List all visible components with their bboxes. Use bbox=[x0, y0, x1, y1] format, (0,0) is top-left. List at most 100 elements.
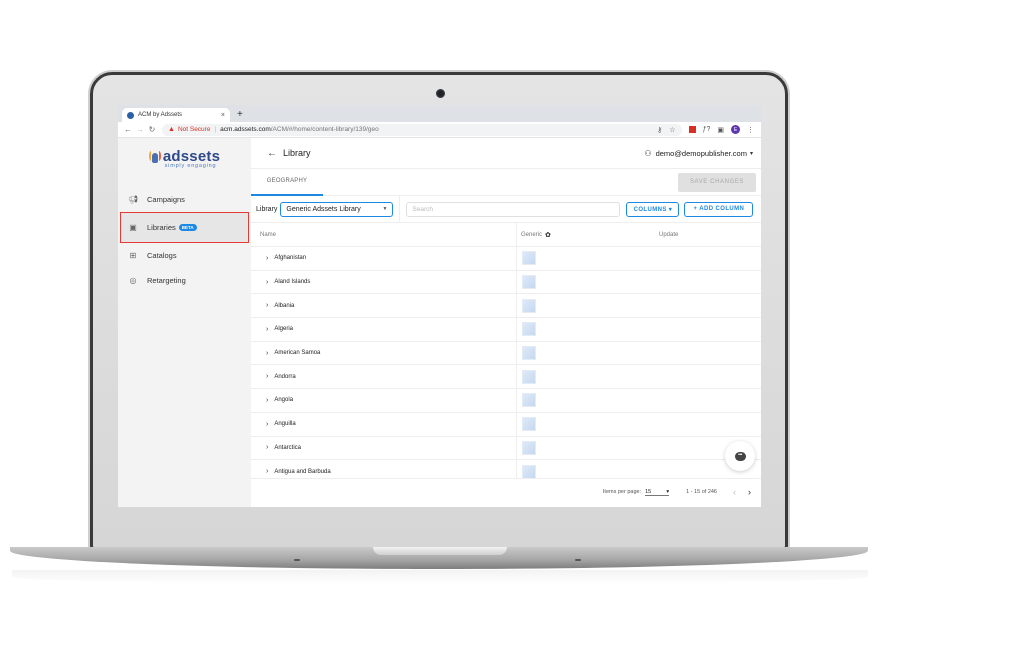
chevron-right-icon[interactable]: › bbox=[266, 279, 268, 286]
laptop-foot bbox=[294, 559, 300, 561]
gear-icon[interactable]: ✿ bbox=[545, 231, 551, 239]
extension-icon[interactable] bbox=[688, 126, 696, 133]
tab-close-icon[interactable]: × bbox=[221, 112, 225, 119]
toolbar: Library Generic Adssets Library ▼ Search… bbox=[251, 195, 761, 223]
table-row[interactable]: › Antigua and Barbuda bbox=[251, 460, 761, 478]
table-row[interactable]: › Antarctica bbox=[251, 436, 761, 461]
chevron-right-icon[interactable]: › bbox=[266, 397, 268, 404]
sidebar-item-retargeting[interactable]: ◎ Retargeting bbox=[118, 268, 251, 293]
map-thumbnail[interactable] bbox=[522, 251, 536, 266]
items-per-page-select[interactable]: 15 ▾ bbox=[645, 488, 670, 496]
user-icon: ⚇ bbox=[644, 148, 652, 158]
chat-button[interactable]: ••• bbox=[725, 441, 755, 471]
row-name: Albania bbox=[274, 302, 295, 309]
items-per-page-value: 15 bbox=[645, 488, 652, 495]
table-row[interactable]: › Algeria bbox=[251, 318, 761, 342]
row-name: Antarctica bbox=[274, 444, 302, 451]
next-page-button[interactable]: › bbox=[748, 487, 751, 497]
browser-tabbar: ACM by Adssets × + bbox=[118, 105, 761, 122]
sidebar-item-campaigns[interactable]: 📢︎ Campaigns bbox=[118, 187, 251, 212]
row-name: Afghanistan bbox=[274, 255, 307, 262]
search-input[interactable]: Search bbox=[406, 201, 621, 217]
map-thumbnail[interactable] bbox=[522, 275, 536, 290]
table-row[interactable]: › American Samoa bbox=[251, 341, 761, 366]
row-name: Andorra bbox=[274, 373, 296, 380]
laptop-notch bbox=[373, 547, 507, 555]
profile-avatar[interactable]: E bbox=[731, 125, 740, 134]
chevron-right-icon[interactable]: › bbox=[266, 373, 268, 380]
sidebar-item-libraries[interactable]: ▣ Libraries BETA bbox=[120, 212, 249, 243]
map-thumbnail[interactable] bbox=[522, 417, 536, 432]
column-header-name[interactable]: Name bbox=[251, 223, 517, 246]
star-icon[interactable]: ☆ bbox=[669, 126, 675, 134]
map-thumbnail[interactable] bbox=[522, 322, 536, 337]
page-header: ← Library ⚇ demo@demopublisher.com ▾ bbox=[251, 138, 761, 169]
library-label: Library bbox=[256, 205, 278, 213]
user-menu[interactable]: ⚇ demo@demopublisher.com ▾ bbox=[644, 149, 753, 158]
tabs-row: GEOGRAPHY SAVE CHANGES bbox=[251, 169, 761, 196]
target-icon: ◎ bbox=[129, 276, 137, 285]
previous-page-button[interactable]: ‹ bbox=[733, 487, 736, 497]
chevron-right-icon[interactable]: › bbox=[266, 350, 268, 357]
browser-tab[interactable]: ACM by Adssets × bbox=[122, 108, 230, 122]
chevron-right-icon[interactable]: › bbox=[266, 302, 268, 309]
chevron-right-icon[interactable]: › bbox=[266, 326, 268, 333]
sidebar-nav: 📢︎ Campaigns ▣ Libraries BETA ⊞ Catalogs… bbox=[118, 187, 251, 293]
extension-icon[interactable]: ▣ bbox=[717, 126, 724, 134]
back-arrow-icon[interactable]: ← bbox=[267, 148, 277, 159]
row-name: Aland Islands bbox=[274, 279, 311, 286]
tab-geography[interactable]: GEOGRAPHY bbox=[251, 169, 323, 196]
extension-icon[interactable]: ƒ? bbox=[703, 126, 711, 133]
url-host: acm.adssets.com bbox=[220, 126, 271, 133]
table-row[interactable]: › Andorra bbox=[251, 365, 761, 390]
sidebar-item-catalogs[interactable]: ⊞ Catalogs bbox=[118, 243, 251, 268]
column-header-update[interactable]: Update bbox=[659, 232, 678, 238]
logo-icon bbox=[148, 150, 161, 164]
beta-badge: BETA bbox=[178, 224, 197, 231]
menu-icon[interactable]: ⋮ bbox=[747, 126, 754, 134]
table-row[interactable]: › Aland Islands bbox=[251, 270, 761, 295]
columns-button[interactable]: COLUMNS ▾ bbox=[626, 201, 680, 217]
map-thumbnail[interactable] bbox=[522, 393, 536, 408]
divider bbox=[399, 195, 401, 223]
row-name: Algeria bbox=[274, 326, 294, 333]
forward-arrow-icon[interactable]: → bbox=[134, 125, 146, 134]
chevron-right-icon[interactable]: › bbox=[266, 421, 268, 428]
map-thumbnail[interactable] bbox=[522, 464, 536, 478]
chevron-right-icon[interactable]: › bbox=[266, 468, 268, 475]
camera-icon bbox=[436, 89, 445, 98]
user-email: demo@demopublisher.com bbox=[655, 148, 747, 158]
logo[interactable]: adssets simply engaging bbox=[118, 148, 251, 169]
new-tab-button[interactable]: + bbox=[237, 108, 243, 122]
map-thumbnail[interactable] bbox=[522, 440, 536, 455]
url-separator: | bbox=[214, 126, 217, 133]
library-select[interactable]: Generic Adssets Library ▼ bbox=[280, 201, 394, 217]
table-row[interactable]: › Albania bbox=[251, 294, 761, 319]
table-row[interactable]: › Afghanistan bbox=[251, 247, 761, 271]
table-row[interactable]: › Anguilla bbox=[251, 412, 761, 437]
chevron-right-icon[interactable]: › bbox=[266, 255, 268, 262]
page-title: Library bbox=[283, 148, 311, 158]
column-header-generic[interactable]: Generic ✿ bbox=[517, 223, 659, 246]
screen: ACM by Adssets × + ← → ↻ ▲ Not Secure | … bbox=[118, 105, 761, 507]
table-body: › Afghanistan › Aland Islands › Albania › Al… bbox=[251, 247, 761, 478]
items-per-page-label: Items per page: bbox=[602, 489, 642, 495]
map-thumbnail[interactable] bbox=[522, 346, 536, 361]
key-icon[interactable]: ⚷ bbox=[657, 126, 662, 134]
laptop-mockup: ACM by Adssets × + ← → ↻ ▲ Not Secure | … bbox=[0, 0, 1024, 657]
app: adssets simply engaging 📢︎ Campaigns ▣ L… bbox=[118, 138, 761, 507]
favicon-icon bbox=[127, 111, 134, 119]
add-column-button[interactable]: + ADD COLUMN bbox=[684, 201, 754, 217]
sidebar-item-label: Libraries bbox=[147, 223, 176, 232]
reload-icon[interactable]: ↻ bbox=[146, 125, 158, 134]
chevron-right-icon[interactable]: › bbox=[266, 444, 268, 451]
security-label: Not Secure bbox=[177, 126, 211, 133]
url-input[interactable]: ▲ Not Secure | acm.adssets.com /ACM/#/ho… bbox=[162, 123, 682, 136]
map-thumbnail[interactable] bbox=[522, 369, 536, 384]
table-row[interactable]: › Angola bbox=[251, 389, 761, 413]
save-changes-button[interactable]: SAVE CHANGES bbox=[678, 172, 756, 192]
back-arrow-icon[interactable]: ← bbox=[122, 125, 134, 134]
map-thumbnail[interactable] bbox=[522, 298, 536, 313]
url-path: /ACM/#/home/content-library/139/geo bbox=[270, 126, 379, 133]
sidebar-item-label: Retargeting bbox=[147, 276, 186, 285]
